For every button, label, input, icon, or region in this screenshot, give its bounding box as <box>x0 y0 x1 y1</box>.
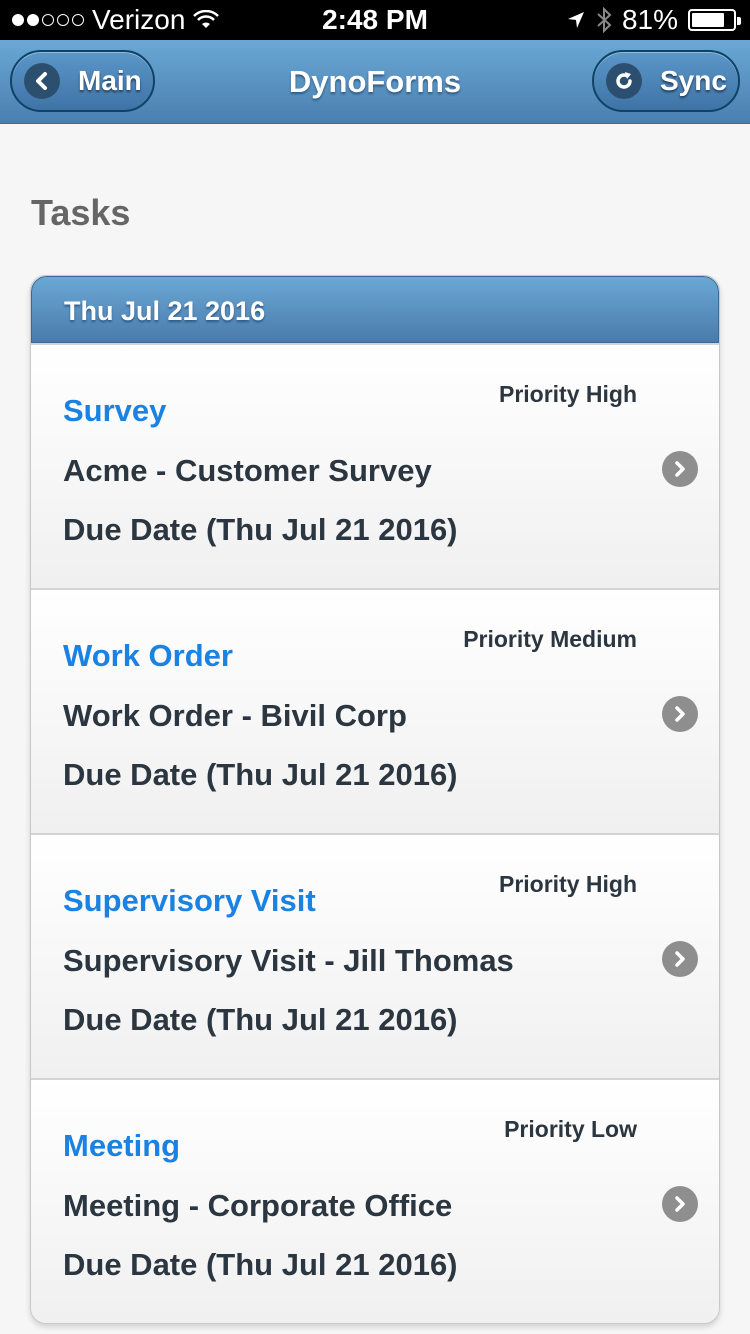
task-due-date: Due Date (Thu Jul 21 2016) <box>63 512 458 547</box>
nav-header: Main DynoForms Sync <box>0 40 750 124</box>
task-priority: Priority Medium <box>463 626 637 652</box>
refresh-icon <box>606 63 642 99</box>
task-due-date: Due Date (Thu Jul 21 2016) <box>63 757 458 792</box>
task-priority: Priority High <box>498 381 637 407</box>
task-item[interactable]: Survey Priority High Acme - Customer Sur… <box>31 343 719 588</box>
chevron-right-icon[interactable] <box>662 451 698 487</box>
task-priority: Priority Low <box>504 1116 637 1142</box>
task-priority: Priority High <box>498 871 637 897</box>
task-type: Supervisory Visit <box>63 883 316 918</box>
chevron-right-icon[interactable] <box>662 1186 698 1222</box>
status-right: 81% <box>566 4 741 36</box>
battery-fill <box>692 13 725 27</box>
page-title: Tasks <box>31 192 131 233</box>
sync-label: Sync <box>660 65 727 96</box>
task-due-date: Due Date (Thu Jul 21 2016) <box>63 1002 458 1037</box>
task-group: Thu Jul 21 2016 Survey Priority High Acm… <box>30 275 720 1324</box>
task-item[interactable]: Work Order Priority Medium Work Order - … <box>31 588 719 833</box>
task-type: Meeting <box>63 1128 181 1163</box>
task-type: Survey <box>63 393 167 428</box>
task-name: Work Order - Bivil Corp <box>63 698 407 733</box>
battery-icon <box>688 9 741 31</box>
sync-button[interactable]: Sync <box>592 50 740 112</box>
task-name: Meeting - Corporate Office <box>63 1188 453 1223</box>
task-item[interactable]: Supervisory Visit Priority High Supervis… <box>31 833 719 1078</box>
chevron-right-icon[interactable] <box>662 941 698 977</box>
task-name: Supervisory Visit - Jill Thomas <box>63 943 514 978</box>
chevron-right-icon[interactable] <box>662 696 698 732</box>
task-name: Acme - Customer Survey <box>63 453 432 488</box>
task-item[interactable]: Meeting Priority Low Meeting - Corporate… <box>31 1078 719 1323</box>
task-group-date-header: Thu Jul 21 2016 <box>31 276 719 343</box>
location-arrow-icon <box>567 12 584 28</box>
bluetooth-icon <box>597 7 612 33</box>
status-bar: Verizon 2:48 PM 81% <box>0 0 750 40</box>
task-type: Work Order <box>63 638 233 673</box>
battery-percent: 81% <box>621 4 678 35</box>
task-due-date: Due Date (Thu Jul 21 2016) <box>63 1247 458 1282</box>
